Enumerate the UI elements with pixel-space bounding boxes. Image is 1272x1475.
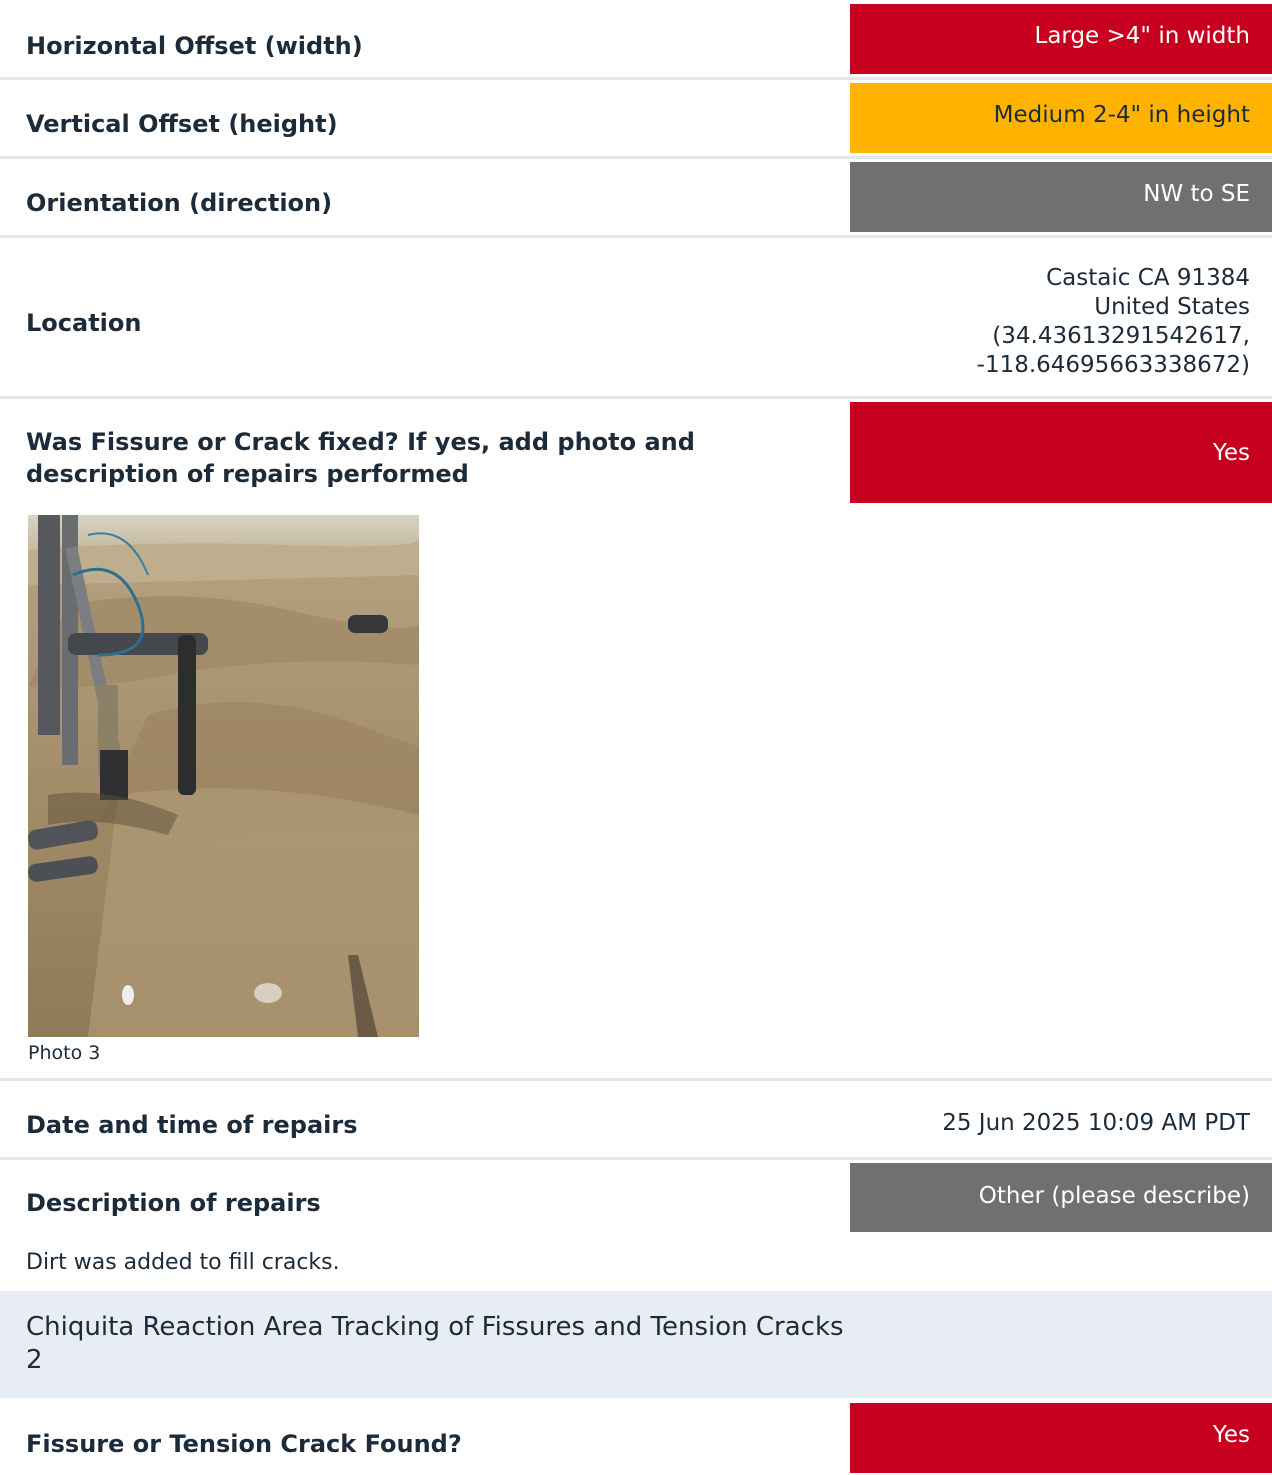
crack-found-value: Yes	[850, 1403, 1272, 1473]
crack-found-value-text: Yes	[1212, 1422, 1250, 1448]
divider	[0, 156, 1272, 159]
repair-description-value: Other (please describe)	[850, 1163, 1272, 1232]
repair-date-value: 25 Jun 2025 10:09 AM PDT	[942, 1110, 1250, 1136]
repair-date-label: Date and time of repairs	[26, 1111, 358, 1139]
orientation-label: Orientation (direction)	[26, 189, 333, 217]
repair-description-label: Description of repairs	[26, 1189, 321, 1217]
repair-description-value-text: Other (please describe)	[978, 1182, 1250, 1209]
divider	[0, 1078, 1272, 1081]
location-line-lat: (34.43613291542617,	[992, 323, 1250, 349]
location-line-lng: -118.64695663338672)	[976, 352, 1250, 378]
divider	[0, 1157, 1272, 1160]
divider	[0, 77, 1272, 80]
horizontal-offset-label: Horizontal Offset (width)	[26, 32, 363, 60]
location-line-city: Castaic CA 91384	[1046, 265, 1250, 291]
report-page: Horizontal Offset (width) Large >4" in w…	[0, 0, 1272, 1475]
orientation-value-text: NW to SE	[1143, 181, 1250, 207]
horizontal-offset-value: Large >4" in width	[850, 4, 1272, 74]
photo-caption: Photo 3	[28, 1042, 101, 1064]
fixed-value: Yes	[850, 402, 1272, 503]
vertical-offset-value: Medium 2-4" in height	[850, 83, 1272, 153]
divider	[0, 396, 1272, 399]
horizontal-offset-value-text: Large >4" in width	[1034, 23, 1251, 49]
fixed-question-label: Was Fissure or Crack fixed? If yes, add …	[26, 428, 695, 488]
repair-photo[interactable]	[28, 515, 419, 1037]
fixed-value-text: Yes	[1212, 439, 1250, 466]
section-title: Chiquita Reaction Area Tracking of Fissu…	[26, 1312, 844, 1375]
vertical-offset-label: Vertical Offset (height)	[26, 110, 338, 138]
vertical-offset-value-text: Medium 2-4" in height	[993, 102, 1250, 128]
repair-description-text: Dirt was added to fill cracks.	[26, 1250, 340, 1275]
orientation-value: NW to SE	[850, 162, 1272, 232]
crack-found-label: Fissure or Tension Crack Found?	[26, 1430, 462, 1458]
location-line-country: United States	[1094, 294, 1250, 320]
divider	[0, 235, 1272, 238]
location-value: Castaic CA 91384 United States (34.43613…	[977, 264, 1250, 380]
location-label: Location	[26, 309, 142, 337]
